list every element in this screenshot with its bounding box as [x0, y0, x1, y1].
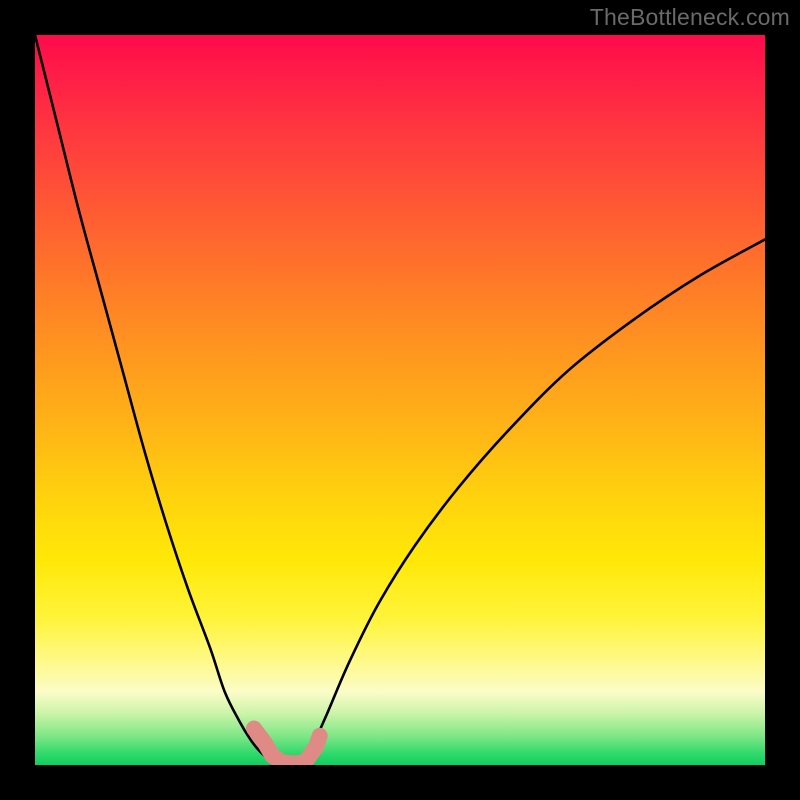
curve-layer	[35, 35, 765, 765]
watermark-text: TheBottleneck.com	[590, 4, 790, 31]
left-curve	[35, 35, 280, 765]
plot-area	[35, 35, 765, 765]
chart-frame: TheBottleneck.com	[0, 0, 800, 800]
bottom-markers	[254, 729, 320, 764]
right-curve	[305, 239, 765, 765]
